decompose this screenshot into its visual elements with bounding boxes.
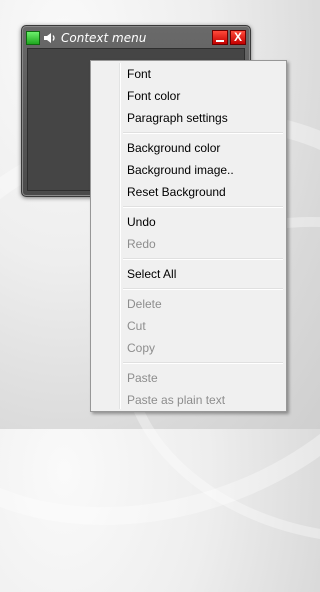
- menu-separator: [93, 255, 284, 263]
- window-titlebar[interactable]: Context menu X: [26, 29, 246, 46]
- menu-separator: [93, 203, 284, 211]
- menu-item-background-color[interactable]: Background color: [93, 137, 284, 159]
- minimize-button[interactable]: [212, 30, 228, 45]
- menu-separator: [93, 285, 284, 293]
- context-menu: Font Font color Paragraph settings Backgrou…: [90, 60, 287, 412]
- menu-item-background-image[interactable]: Background image..: [93, 159, 284, 181]
- menu-item-copy: Copy: [127, 341, 156, 355]
- menu-item-cut: Cut: [127, 319, 146, 333]
- menu-item-paste-as-plain-text: Paste as plain text: [127, 393, 226, 407]
- menu-item-paste: Paste: [127, 371, 158, 385]
- close-button[interactable]: X: [230, 30, 246, 45]
- speaker-icon: [44, 32, 55, 43]
- menu-item-font[interactable]: Font: [93, 63, 284, 85]
- menu-item-reset-background[interactable]: Reset Background: [93, 181, 284, 203]
- menu-separator: [93, 129, 284, 137]
- menu-item-delete: Delete: [127, 297, 162, 311]
- app-square-icon: [26, 30, 40, 45]
- menu-item-font-color[interactable]: Font color: [93, 85, 284, 107]
- menu-item-redo: Redo: [127, 237, 156, 251]
- menu-item-undo[interactable]: Undo: [93, 211, 284, 233]
- window-title: Context menu: [61, 30, 147, 45]
- menu-item-paragraph-settings[interactable]: Paragraph settings: [93, 107, 284, 129]
- menu-separator: [93, 359, 284, 367]
- menu-item-select-all[interactable]: Select All: [93, 263, 284, 285]
